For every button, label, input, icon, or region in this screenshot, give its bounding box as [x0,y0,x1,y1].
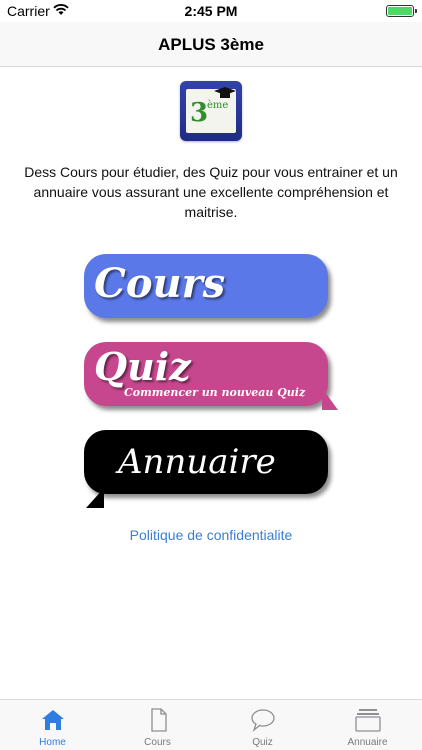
tab-quiz[interactable]: Quiz [210,700,315,750]
navigation-bar: APLUS 3ème [0,22,422,67]
chat-bubble-icon [251,709,275,732]
logo-suffix: ème [207,100,229,111]
tab-label: Annuaire [347,737,388,748]
bubble-tail [86,488,104,508]
quiz-button-subtitle: Commencer un nouveau Quiz [124,386,306,399]
tab-cours[interactable]: Cours [105,700,210,750]
tab-label: Quiz [252,737,273,748]
privacy-policy-link[interactable]: Politique de confidentialite [0,527,422,543]
tab-label: Home [39,737,66,748]
graduation-cap-icon [214,87,236,98]
quiz-button[interactable]: Quiz Commencer un nouveau Quiz [84,342,338,410]
app-logo: 3 ème [180,81,242,141]
tab-home[interactable]: Home [0,700,105,750]
tab-bar: Home Cours Quiz Annuaire [0,699,422,750]
document-icon [151,708,167,732]
cours-button[interactable]: Cours [84,254,328,318]
bubble-tail [322,388,338,410]
app-description: Dess Cours pour étudier, des Quiz pour v… [24,164,398,220]
status-bar: Carrier 2:45 PM [0,0,422,22]
annuaire-button[interactable]: Annuaire [84,430,328,508]
tab-label: Cours [144,737,171,748]
stack-icon [355,709,381,732]
clock: 2:45 PM [184,3,238,19]
logo-number: 3 [190,98,209,128]
tab-annuaire[interactable]: Annuaire [315,700,420,750]
page-title: APLUS 3ème [158,35,264,54]
quiz-button-label: Quiz [94,344,191,389]
cours-button-label: Cours [94,260,226,307]
annuaire-button-label: Annuaire [118,442,276,482]
home-icon [42,710,64,730]
battery-icon [386,5,417,17]
